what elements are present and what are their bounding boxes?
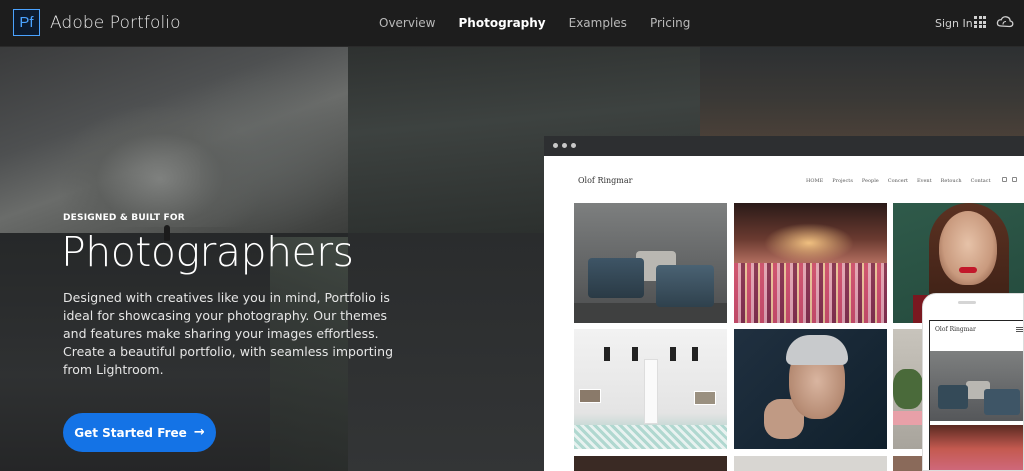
mockup-nav-concert: Concert: [887, 178, 908, 184]
phone-screen: Olof Ringmar: [929, 320, 1023, 470]
logo-text: Pf: [19, 14, 34, 31]
get-started-button[interactable]: Get Started Free →: [63, 413, 216, 452]
hamburger-menu-icon: [1016, 327, 1023, 332]
mockup-nav-event: Event: [916, 178, 932, 184]
arrow-right-icon: →: [193, 425, 205, 440]
get-started-label: Get Started Free: [74, 425, 187, 440]
mockup-photo-stools: [574, 203, 727, 323]
phone-site-name: Olof Ringmar: [935, 326, 976, 333]
portfolio-phone-mockup: Olof Ringmar: [922, 293, 1024, 471]
apps-grid-icon[interactable]: [974, 16, 986, 28]
hero-title: Photographers: [61, 228, 354, 276]
mockup-site-nav: HOME Projects People Concert Event Retou…: [806, 178, 1000, 184]
brand-name[interactable]: Adobe Portfolio: [50, 13, 181, 33]
portfolio-logo[interactable]: Pf: [13, 9, 40, 36]
mockup-nav-home: HOME: [806, 178, 824, 184]
mockup-nav-retouch: Retouch: [940, 178, 962, 184]
nav-link-pricing[interactable]: Pricing: [650, 16, 690, 30]
mockup-photo-row3-b: [734, 456, 887, 471]
phone-speaker: [958, 301, 976, 304]
nav-link-photography[interactable]: Photography: [459, 16, 546, 30]
mockup-nav-projects: Projects: [832, 178, 853, 184]
window-dots: [553, 143, 576, 148]
facebook-icon: [1002, 177, 1007, 182]
mockup-nav-contact: Contact: [970, 178, 991, 184]
mockup-nav-people: People: [861, 178, 879, 184]
nav-links: Overview Photography Examples Pricing: [379, 16, 713, 30]
phone-photo-stools: [930, 351, 1023, 421]
creative-cloud-icon[interactable]: [996, 14, 1014, 30]
mockup-site-name: Olof Ringmar: [578, 176, 633, 185]
nav-link-overview[interactable]: Overview: [379, 16, 436, 30]
mockup-photo-gallery: [574, 329, 727, 449]
hero-eyebrow: DESIGNED & BUILT FOR: [63, 213, 185, 223]
top-nav: Pf Adobe Portfolio Overview Photography …: [0, 0, 1024, 47]
background-photo-cliff: [700, 47, 1024, 137]
phone-photo-concert: [930, 425, 1023, 470]
browser-titlebar: [544, 136, 1024, 156]
sign-in-link[interactable]: Sign In: [935, 17, 973, 30]
mockup-social-icons: [1002, 177, 1017, 182]
mockup-photo-portrait-man: [734, 329, 887, 449]
nav-link-examples[interactable]: Examples: [569, 16, 627, 30]
mockup-photo-row3-a: [574, 456, 727, 471]
mockup-photo-concert: [734, 203, 887, 323]
instagram-icon: [1012, 177, 1017, 182]
hero-description: Designed with creatives like you in mind…: [63, 290, 393, 377]
